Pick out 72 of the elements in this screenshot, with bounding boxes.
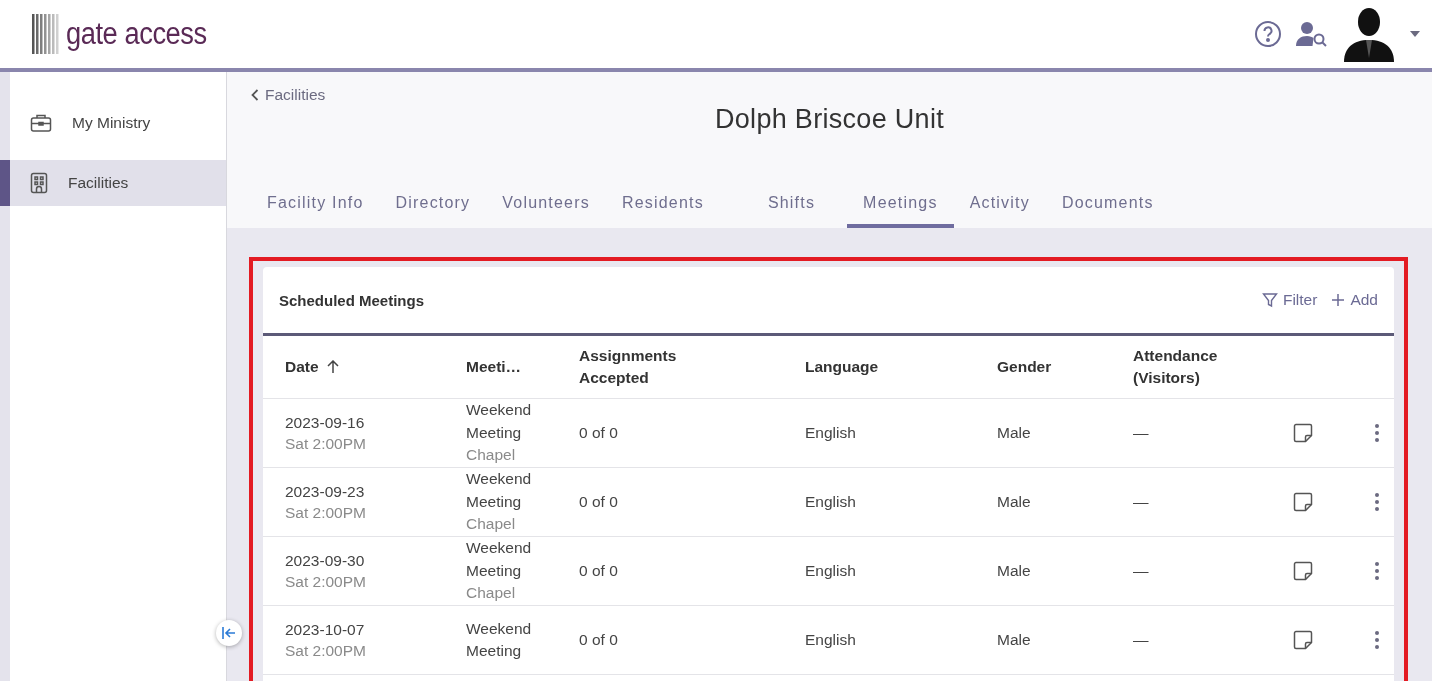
time-cell-text: Sat 2:00PM <box>285 503 367 522</box>
table-cell-text: Male <box>997 631 1032 649</box>
meeting-name: Weekend Meeting <box>466 469 533 512</box>
avatar-icon[interactable] <box>1342 6 1396 62</box>
page-title: Dolph Briscoe Unit <box>715 104 944 135</box>
table-cell-text: English <box>805 493 857 511</box>
tab[interactable]: Meetings <box>847 194 954 228</box>
tab[interactable]: Volunteers <box>486 194 606 228</box>
date-cell-text: 2023-09-16 <box>285 413 366 432</box>
briefcase-icon <box>30 113 52 133</box>
table-cell-text: — <box>1133 562 1150 580</box>
column-header: Meeti… <box>466 357 522 378</box>
meeting-location: Chapel <box>466 583 517 604</box>
table-cell-text: 0 of 0 <box>579 562 619 580</box>
more-options-icon[interactable] <box>1375 562 1379 580</box>
table-cell-text: 0 of 0 <box>579 424 619 442</box>
back-link[interactable]: Facilities <box>251 86 326 104</box>
filter-icon <box>1261 292 1278 308</box>
building-icon <box>30 172 48 194</box>
sidebar-item[interactable]: Facilities <box>0 160 226 206</box>
user-search-icon[interactable] <box>1296 21 1328 47</box>
table-cell-text: — <box>1133 493 1150 511</box>
help-icon[interactable] <box>1254 20 1282 48</box>
tab[interactable]: Shifts <box>719 194 848 228</box>
meeting-name: Weekend Meeting <box>466 400 533 443</box>
time-cell-text: Sat 2:00PM <box>285 641 367 660</box>
logo-icon <box>32 14 62 54</box>
add-button[interactable]: Add <box>1331 291 1378 309</box>
more-options-icon[interactable] <box>1375 424 1379 442</box>
filter-button[interactable]: Filter <box>1261 291 1318 309</box>
table-cell-text: English <box>805 424 857 442</box>
table-cell-text: English <box>805 562 857 580</box>
chevron-left-icon <box>251 89 259 101</box>
column-header[interactable]: Date <box>285 356 319 378</box>
table-cell-text: Male <box>997 493 1032 511</box>
table-cell-text: — <box>1133 424 1150 442</box>
date-cell-text: 2023-09-23 <box>285 482 366 501</box>
meeting-location: Chapel <box>466 445 517 466</box>
column-header: Attendance (Visitors) <box>1133 346 1219 388</box>
table-cell-text: Male <box>997 562 1032 580</box>
tab[interactable]: Directory <box>379 194 487 228</box>
column-header: Assignments Accepted <box>579 346 678 388</box>
card-title: Scheduled Meetings <box>279 291 425 309</box>
table-cell-text: English <box>805 631 857 649</box>
note-icon[interactable] <box>1293 561 1313 581</box>
meeting-location: Chapel <box>466 514 517 535</box>
meeting-name: Weekend Meeting <box>466 618 533 661</box>
sidebar-item[interactable]: My Ministry <box>0 100 226 146</box>
table-cell-text: Male <box>997 424 1032 442</box>
meeting-name: Weekend Meeting <box>466 538 533 581</box>
more-options-icon[interactable] <box>1375 631 1379 649</box>
column-header: Language <box>805 357 879 378</box>
tab[interactable]: Activity <box>953 194 1046 228</box>
table-cell-text: — <box>1133 631 1150 649</box>
date-cell-text: 2023-09-30 <box>285 551 366 570</box>
time-cell-text: Sat 2:00PM <box>285 572 367 591</box>
app-logo: gate access <box>66 16 207 52</box>
table-cell-text: 0 of 0 <box>579 631 619 649</box>
plus-icon <box>1331 293 1346 307</box>
note-icon[interactable] <box>1293 630 1313 650</box>
more-options-icon[interactable] <box>1375 493 1379 511</box>
caret-icon[interactable] <box>1410 31 1420 37</box>
note-icon[interactable] <box>1293 492 1313 512</box>
tab[interactable]: Residents <box>605 194 720 228</box>
tab[interactable]: Facility Info <box>251 194 380 228</box>
table-cell-text: 0 of 0 <box>579 493 619 511</box>
note-icon[interactable] <box>1293 423 1313 443</box>
date-cell-text: 2023-10-07 <box>285 620 366 639</box>
tab[interactable]: Documents <box>1045 194 1170 228</box>
time-cell-text: Sat 2:00PM <box>285 434 367 453</box>
collapse-icon <box>222 627 236 639</box>
column-header: Gender <box>997 357 1052 378</box>
